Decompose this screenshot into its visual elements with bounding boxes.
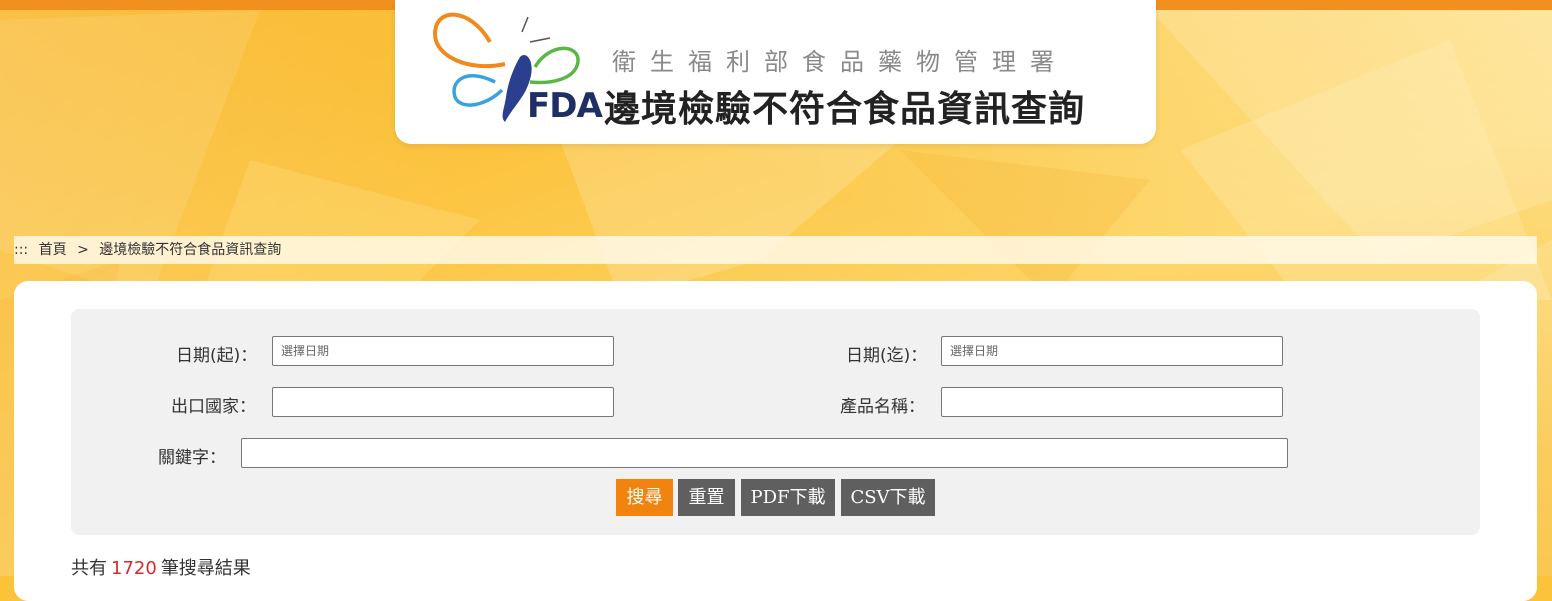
keyword-input[interactable] (241, 438, 1288, 468)
product-name-label: 產品名稱： (840, 397, 925, 417)
keyword-label: 關鍵字： (158, 448, 226, 468)
accesskey-marker[interactable]: ::: (14, 242, 28, 258)
breadcrumb: ::: 首頁 > 邊境檢驗不符合食品資訊查詢 (14, 236, 1537, 264)
date-from-input[interactable] (272, 336, 614, 366)
result-summary: 共有 1720 筆搜尋結果 (71, 554, 251, 580)
search-button[interactable]: 搜尋 (616, 479, 673, 516)
fda-wordmark: FDA (527, 86, 603, 126)
csv-download-button[interactable]: CSV下載 (841, 479, 935, 516)
export-country-input[interactable] (272, 387, 614, 417)
organization-name: 衛生福利部食品藥物管理署 (612, 48, 1068, 76)
breadcrumb-separator: > (77, 242, 89, 258)
export-country-label: 出口國家： (171, 397, 256, 417)
breadcrumb-current: 邊境檢驗不符合食品資訊查詢 (99, 242, 282, 258)
reset-button[interactable]: 重置 (678, 479, 735, 516)
date-to-input[interactable] (941, 336, 1283, 366)
date-to-label: 日期(迄)： (846, 346, 928, 366)
pdf-download-button[interactable]: PDF下載 (741, 479, 835, 516)
site-title: 邊境檢驗不符合食品資訊查詢 (604, 89, 1086, 130)
date-from-label: 日期(起)： (176, 346, 258, 366)
product-name-input[interactable] (941, 387, 1283, 417)
breadcrumb-home-link[interactable]: 首頁 (39, 242, 67, 258)
